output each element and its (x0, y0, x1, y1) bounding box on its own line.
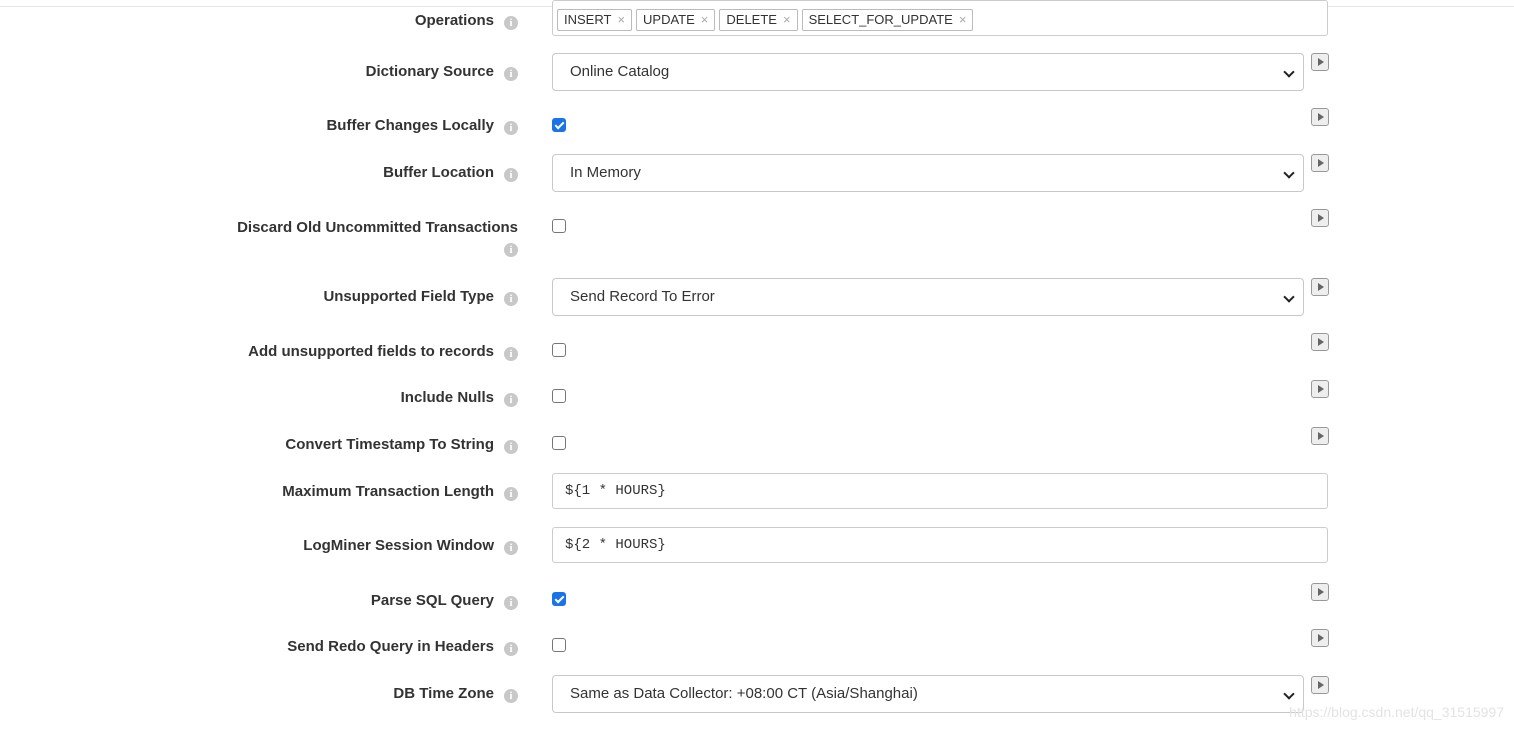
play-icon[interactable] (1311, 278, 1329, 296)
add-unsupported-fields-label: Add unsupported fields to records (248, 343, 494, 360)
play-icon[interactable] (1311, 154, 1329, 172)
remove-tag-icon[interactable]: × (701, 12, 709, 27)
remove-tag-icon[interactable]: × (617, 12, 625, 27)
chevron-down-icon (1283, 291, 1295, 303)
operation-tag: INSERT × (557, 9, 633, 31)
operation-tag: DELETE × (719, 9, 798, 31)
discard-old-uncommitted-label: Discard Old Uncommitted Transactions (237, 219, 518, 236)
play-icon[interactable] (1311, 53, 1329, 71)
logminer-session-window-label: LogMiner Session Window (303, 537, 494, 554)
logminer-window-label-row: LogMiner Session Window i (198, 536, 518, 556)
max-transaction-length-input[interactable] (552, 473, 1328, 509)
play-icon[interactable] (1311, 583, 1329, 601)
unsupported-field-type-value: Send Record To Error (570, 288, 715, 305)
db-time-zone-value: Same as Data Collector: +08:00 CT (Asia/… (570, 685, 918, 702)
info-icon[interactable]: i (504, 67, 518, 81)
parse-sql-query-checkbox[interactable] (552, 592, 566, 606)
buffer-location-value: In Memory (570, 164, 641, 181)
buffer-changes-locally-checkbox[interactable] (552, 118, 566, 132)
buffer-changes-locally-label: Buffer Changes Locally (326, 117, 494, 134)
play-icon[interactable] (1311, 629, 1329, 647)
send-redo-query-label: Send Redo Query in Headers (287, 638, 494, 655)
info-icon[interactable]: i (504, 292, 518, 306)
discard-old-label-row: Discard Old Uncommitted Transactions i (198, 218, 518, 258)
remove-tag-icon[interactable]: × (959, 12, 967, 27)
play-icon[interactable] (1311, 108, 1329, 126)
convert-timestamp-checkbox[interactable] (552, 436, 566, 450)
send-redo-query-checkbox[interactable] (552, 638, 566, 652)
buffer-location-label: Buffer Location (383, 164, 494, 181)
chevron-down-icon (1283, 66, 1295, 78)
buffer-location-select[interactable]: In Memory (552, 154, 1304, 192)
info-icon[interactable]: i (504, 487, 518, 501)
info-icon[interactable]: i (504, 642, 518, 656)
db-time-zone-label-row: DB Time Zone i (198, 684, 518, 704)
info-icon[interactable]: i (504, 121, 518, 135)
info-icon[interactable]: i (504, 541, 518, 555)
db-time-zone-select[interactable]: Same as Data Collector: +08:00 CT (Asia/… (552, 675, 1304, 713)
dictionary-source-label: Dictionary Source (365, 63, 494, 80)
add-unsupported-label-row: Add unsupported fields to records i (198, 342, 518, 362)
parse-sql-label-row: Parse SQL Query i (198, 591, 518, 611)
include-nulls-checkbox[interactable] (552, 389, 566, 403)
max-transaction-label-row: Maximum Transaction Length i (198, 482, 518, 502)
info-icon[interactable]: i (504, 393, 518, 407)
info-icon[interactable]: i (504, 243, 518, 257)
play-icon[interactable] (1311, 333, 1329, 351)
max-transaction-length-label: Maximum Transaction Length (282, 483, 494, 500)
chevron-down-icon (1283, 688, 1295, 700)
dictionary-source-select[interactable]: Online Catalog (552, 53, 1304, 91)
chevron-down-icon (1283, 167, 1295, 179)
info-icon[interactable]: i (504, 347, 518, 361)
discard-old-uncommitted-checkbox[interactable] (552, 219, 566, 233)
send-redo-label-row: Send Redo Query in Headers i (198, 637, 518, 657)
operations-multiselect[interactable]: INSERT × UPDATE × DELETE × SELECT_FOR_UPDATE × (552, 0, 1328, 36)
info-icon[interactable]: i (504, 440, 518, 454)
dictionary-source-label-row: Dictionary Source i (198, 62, 518, 82)
operations-label: Operations (414, 12, 494, 29)
convert-timestamp-label-row: Convert Timestamp To String i (198, 435, 518, 455)
info-icon[interactable]: i (504, 16, 518, 30)
parse-sql-query-label: Parse SQL Query (370, 592, 494, 609)
dictionary-source-value: Online Catalog (570, 63, 670, 80)
play-icon[interactable] (1311, 209, 1329, 227)
play-icon[interactable] (1311, 380, 1329, 398)
info-icon[interactable]: i (504, 168, 518, 182)
remove-tag-icon[interactable]: × (783, 12, 791, 27)
play-icon[interactable] (1311, 676, 1329, 694)
info-icon[interactable]: i (504, 689, 518, 703)
operation-tag: SELECT_FOR_UPDATE × (801, 9, 974, 31)
operations-label-row: Operations i (198, 11, 518, 31)
include-nulls-label: Include Nulls (400, 389, 494, 406)
operation-tag: UPDATE × (636, 9, 716, 31)
watermark: https://blog.csdn.net/qq_31515997 (1289, 704, 1504, 720)
play-icon[interactable] (1311, 427, 1329, 445)
logminer-session-window-input[interactable] (552, 527, 1328, 563)
info-icon[interactable]: i (504, 596, 518, 610)
db-time-zone-label: DB Time Zone (393, 685, 494, 702)
unsupported-field-type-label: Unsupported Field Type (323, 288, 494, 305)
include-nulls-label-row: Include Nulls i (198, 388, 518, 408)
convert-timestamp-label: Convert Timestamp To String (285, 436, 494, 453)
buffer-changes-label-row: Buffer Changes Locally i (198, 116, 518, 136)
unsupported-field-type-label-row: Unsupported Field Type i (198, 287, 518, 307)
unsupported-field-type-select[interactable]: Send Record To Error (552, 278, 1304, 316)
add-unsupported-fields-checkbox[interactable] (552, 343, 566, 357)
buffer-location-label-row: Buffer Location i (198, 163, 518, 183)
